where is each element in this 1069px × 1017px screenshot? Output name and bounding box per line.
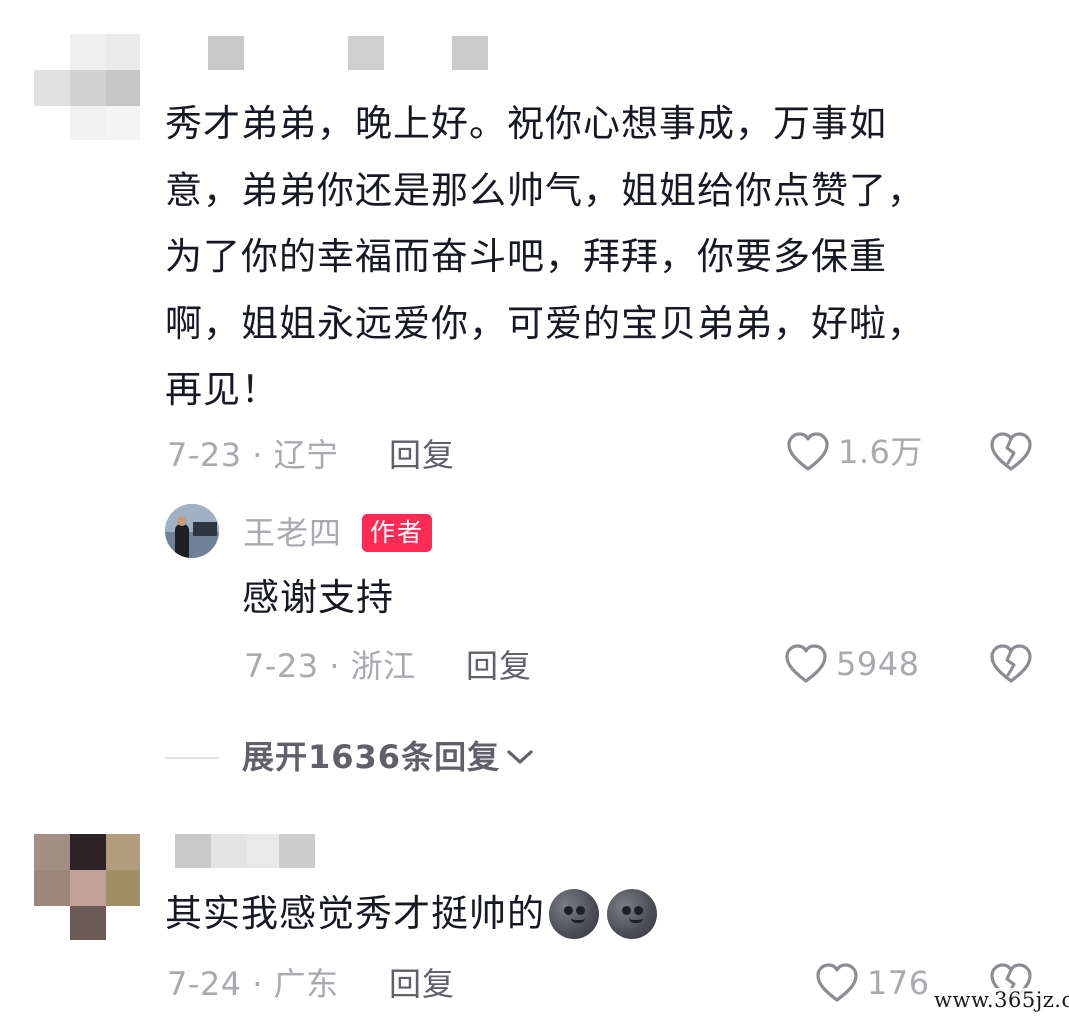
watermark: www.365jz.com [930, 988, 1069, 1012]
author-avatar[interactable] [165, 504, 219, 558]
like-count: 1.6万 [838, 433, 923, 471]
reply-button[interactable]: 回复 [466, 646, 532, 686]
comment-text-row: 其实我感觉秀才挺帅的 [165, 881, 657, 947]
comment-text: 其实我感觉秀才挺帅的 [165, 892, 545, 935]
like-button[interactable]: 5948 [784, 643, 919, 685]
expand-divider [165, 757, 219, 759]
reply-meta: 7-23 · 浙江 [244, 647, 416, 685]
like-count: 176 [867, 964, 930, 1002]
comment-meta: 7-23 · 辽宁 [167, 436, 339, 474]
reply-button[interactable]: 回复 [389, 964, 455, 1004]
broken-heart-icon[interactable] [989, 643, 1033, 685]
author-name[interactable]: 王老四 [243, 513, 342, 553]
new-moon-face-icon [549, 889, 599, 939]
author-badge: 作者 [362, 514, 433, 552]
expand-replies-label: 展开1636条回复 [242, 738, 501, 776]
like-count: 5948 [836, 645, 920, 683]
chevron-down-icon [506, 747, 534, 767]
heart-outline-icon [784, 643, 828, 685]
reply-button[interactable]: 回复 [389, 435, 455, 475]
username-blurred[interactable] [208, 36, 488, 70]
broken-heart-icon[interactable] [989, 431, 1033, 473]
like-button[interactable]: 176 [815, 962, 930, 1004]
username-blurred[interactable] [175, 834, 315, 868]
heart-outline-icon [786, 431, 830, 473]
reply-text: 感谢支持 [242, 576, 394, 619]
comment-meta: 7-24 · 广东 [167, 965, 339, 1003]
heart-outline-icon [815, 962, 859, 1004]
comment-text: 秀才弟弟，晚上好。祝你心想事成，万事如 意，弟弟你还是那么帅气，姐姐给你点赞了，… [165, 102, 925, 411]
new-moon-face-icon [607, 889, 657, 939]
expand-replies-button[interactable]: 展开1636条回复 [242, 737, 534, 777]
avatar[interactable] [34, 834, 140, 940]
like-button[interactable]: 1.6万 [786, 431, 923, 473]
avatar[interactable] [34, 34, 140, 140]
